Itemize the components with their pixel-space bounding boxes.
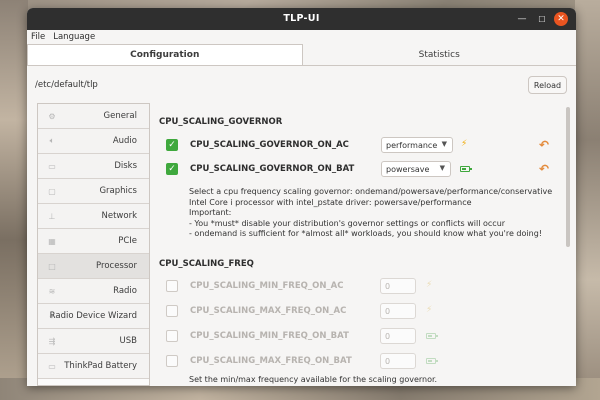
sidebar-item-label: Graphics	[99, 186, 137, 196]
sidebar-item-label: Radio Device Wizard	[49, 311, 137, 321]
setting-row-min-freq-ac: CPU_SCALING_MIN_FREQ_ON_AC 0 ⚡︎	[166, 278, 561, 294]
chevron-down-icon: ▼	[441, 140, 447, 148]
parameter-name: CPU_SCALING_MIN_FREQ_ON_AC	[190, 281, 344, 291]
pcie-icon: ▦	[48, 236, 56, 246]
scrollbar-thumb[interactable]	[566, 107, 570, 247]
battery-icon	[460, 166, 472, 172]
section-title-freq: CPU_SCALING_FREQ	[159, 259, 254, 269]
sidebar-item-label: ThinkPad Battery	[64, 361, 137, 371]
sidebar-item-thinkpad-battery[interactable]: ▭ ThinkPad Battery	[38, 354, 149, 379]
parameter-name: CPU_SCALING_GOVERNOR_ON_AC	[190, 140, 349, 150]
sidebar-item-general[interactable]: ⚙ General	[38, 104, 149, 129]
sidebar-item-radio-device-wizard[interactable]: ✦ Radio Device Wizard	[38, 304, 149, 329]
sidebar-item-label: Audio	[112, 136, 137, 146]
tab-bar: Configuration Statistics	[27, 44, 576, 66]
description-line: Select a cpu frequency scaling governor:…	[189, 187, 553, 196]
parameter-name: CPU_SCALING_MAX_FREQ_ON_BAT	[190, 356, 352, 366]
disk-icon: ▭	[48, 161, 56, 171]
select-value: powersave	[386, 164, 430, 174]
menu-file[interactable]: File	[31, 32, 45, 42]
sidebar-item-label: Network	[101, 211, 138, 221]
sidebar-item-graphics[interactable]: ▢ Graphics	[38, 179, 149, 204]
frequency-input[interactable]: 0	[380, 353, 416, 369]
governor-select[interactable]: performance ▼	[381, 137, 453, 153]
sidebar-item-label: General	[103, 111, 138, 121]
tab-statistics[interactable]: Statistics	[303, 44, 577, 65]
parameter-name: CPU_SCALING_MIN_FREQ_ON_BAT	[190, 331, 349, 341]
settings-icon: ⚙	[48, 111, 56, 121]
frequency-input[interactable]: 0	[380, 303, 416, 319]
category-sidebar: ⚙ General 🔈︎ Audio ▭ Disks ▢ Graphics ⊥ …	[37, 103, 150, 386]
ac-power-icon: ⚡︎	[461, 139, 468, 149]
network-icon: ⊥	[48, 211, 56, 221]
desktop-wallpaper-left	[0, 0, 28, 400]
config-path: /etc/default/tlp	[35, 80, 98, 90]
setting-row-governor-ac: ✓ CPU_SCALING_GOVERNOR_ON_AC performance…	[166, 137, 561, 153]
parameter-name: CPU_SCALING_GOVERNOR_ON_BAT	[190, 164, 355, 174]
description-line: - ondemand is sufficient for *almost all…	[189, 229, 542, 238]
frequency-input[interactable]: 0	[380, 328, 416, 344]
maximize-icon: ☐	[538, 14, 546, 24]
sidebar-item-radio[interactable]: ≋ Radio	[38, 279, 149, 304]
app-window: TLP-UI — ☐ ✕ File Language Configuration…	[27, 8, 576, 386]
close-button[interactable]: ✕	[554, 12, 568, 26]
enable-checkbox[interactable]: ✓	[166, 163, 178, 175]
undo-icon[interactable]: ↶	[539, 162, 549, 176]
sidebar-item-label: Disks	[114, 161, 137, 171]
desktop-wallpaper-right	[575, 0, 600, 400]
governor-description: Select a cpu frequency scaling governor:…	[189, 187, 552, 240]
enable-checkbox[interactable]	[166, 355, 178, 367]
setting-row-max-freq-bat: CPU_SCALING_MAX_FREQ_ON_BAT 0	[166, 353, 561, 369]
sidebar-item-label: Radio	[113, 286, 137, 296]
monitor-icon: ▢	[48, 186, 56, 196]
menu-bar: File Language	[27, 30, 576, 44]
battery-icon	[426, 333, 438, 339]
settings-panel: CPU_SCALING_GOVERNOR ✓ CPU_SCALING_GOVER…	[150, 103, 576, 386]
section-title-governor: CPU_SCALING_GOVERNOR	[159, 117, 283, 127]
enable-checkbox[interactable]: ✓	[166, 139, 178, 151]
ac-power-icon: ⚡︎	[426, 305, 433, 315]
reload-button[interactable]: Reload	[528, 76, 567, 94]
parameter-name: CPU_SCALING_MAX_FREQ_ON_AC	[190, 306, 347, 316]
title-bar[interactable]: TLP-UI — ☐ ✕	[27, 8, 576, 30]
sidebar-item-processor[interactable]: □ Processor	[38, 254, 149, 279]
sidebar-item-label: USB	[119, 336, 137, 346]
setting-row-max-freq-ac: CPU_SCALING_MAX_FREQ_ON_AC 0 ⚡︎	[166, 303, 561, 319]
usb-icon: ⇶	[48, 336, 56, 346]
battery-icon: ▭	[48, 361, 56, 371]
sidebar-item-pcie[interactable]: ▦ PCIe	[38, 229, 149, 254]
enable-checkbox[interactable]	[166, 280, 178, 292]
freq-description: Set the min/max frequency available for …	[189, 375, 438, 384]
speaker-icon: 🔈︎	[49, 136, 55, 145]
tab-configuration[interactable]: Configuration	[27, 44, 303, 65]
select-value: performance	[386, 140, 438, 150]
governor-select[interactable]: powersave ▼	[381, 161, 451, 177]
close-icon: ✕	[557, 14, 565, 24]
description-line: - You *must* disable your distribution's…	[189, 218, 506, 228]
description-line: Intel Core i processor with intel_pstate…	[189, 197, 472, 207]
ac-power-icon: ⚡︎	[426, 280, 433, 290]
sidebar-item-network[interactable]: ⊥ Network	[38, 204, 149, 229]
battery-icon	[426, 358, 438, 364]
sidebar-item-audio[interactable]: 🔈︎ Audio	[38, 129, 149, 154]
maximize-button[interactable]: ☐	[535, 12, 549, 26]
processor-icon: □	[48, 261, 56, 271]
menu-language[interactable]: Language	[53, 32, 95, 42]
wifi-icon: ≋	[48, 286, 56, 296]
sidebar-item-label: Processor	[96, 261, 137, 271]
minimize-icon: —	[517, 14, 527, 24]
minimize-button[interactable]: —	[515, 12, 529, 26]
enable-checkbox[interactable]	[166, 305, 178, 317]
chevron-down-icon: ▼	[439, 164, 445, 172]
setting-row-min-freq-bat: CPU_SCALING_MIN_FREQ_ON_BAT 0	[166, 328, 561, 344]
frequency-input[interactable]: 0	[380, 278, 416, 294]
sidebar-item-disks[interactable]: ▭ Disks	[38, 154, 149, 179]
description-line: Important:	[189, 208, 232, 217]
enable-checkbox[interactable]	[166, 330, 178, 342]
sidebar-item-usb[interactable]: ⇶ USB	[38, 329, 149, 354]
sidebar-item-label: PCIe	[118, 236, 137, 246]
undo-icon[interactable]: ↶	[539, 138, 549, 152]
setting-row-governor-bat: ✓ CPU_SCALING_GOVERNOR_ON_BAT powersave …	[166, 161, 561, 177]
window-title: TLP-UI	[283, 13, 320, 24]
